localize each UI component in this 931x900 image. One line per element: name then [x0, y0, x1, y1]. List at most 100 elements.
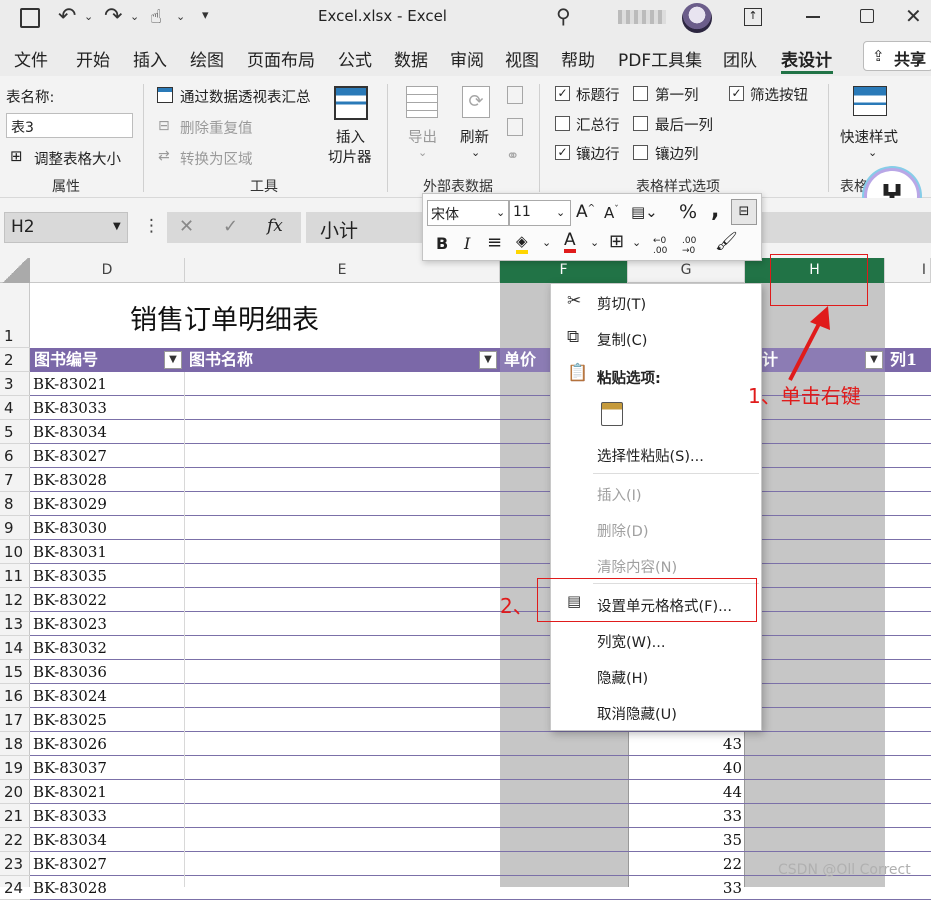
- maximize-icon[interactable]: [860, 9, 874, 23]
- quantity-cell[interactable]: 33: [630, 879, 742, 897]
- row-header[interactable]: 22: [0, 828, 30, 852]
- row-header[interactable]: 24: [0, 876, 30, 900]
- filter-dropdown-icon[interactable]: ▼: [164, 351, 182, 369]
- menu-item-column-width[interactable]: 列宽(W)...: [597, 631, 665, 652]
- paste-clipboard-icon[interactable]: [601, 402, 623, 426]
- sheet-title[interactable]: 销售订单明细表: [130, 298, 319, 337]
- cancel-icon[interactable]: ✕: [179, 216, 194, 237]
- row-header[interactable]: 20: [0, 780, 30, 804]
- redo-icon[interactable]: ↷: [104, 4, 122, 29]
- banded-rows-checkbox[interactable]: ✓: [555, 145, 570, 160]
- row-header[interactable]: 23: [0, 852, 30, 876]
- tab-review[interactable]: 审阅: [450, 46, 484, 71]
- export-button[interactable]: 导出 ⌄: [402, 84, 442, 172]
- avatar[interactable]: [682, 3, 712, 33]
- accounting-format-icon[interactable]: ▤⌄: [631, 203, 658, 221]
- row-header[interactable]: 17: [0, 708, 30, 732]
- row-header[interactable]: 7: [0, 468, 30, 492]
- minimize-icon[interactable]: [806, 16, 820, 18]
- column-header-i[interactable]: I: [885, 258, 931, 283]
- header-book-code[interactable]: 图书编号: [30, 348, 98, 372]
- book-code-cell[interactable]: BK-83031: [30, 540, 185, 564]
- decrease-decimal-button[interactable]: .00 →0: [682, 236, 706, 256]
- quantity-cell[interactable]: 35: [630, 831, 742, 849]
- filter-dropdown-icon[interactable]: ▼: [479, 351, 497, 369]
- summarize-pivot-button[interactable]: 通过数据透视表汇总: [180, 86, 311, 107]
- convert-to-range-button[interactable]: 转换为区域: [180, 148, 253, 169]
- resize-table-button[interactable]: 调整表格大小: [34, 148, 121, 169]
- book-code-cell[interactable]: BK-83030: [30, 516, 185, 540]
- row-header[interactable]: 18: [0, 732, 30, 756]
- fill-color-icon[interactable]: ◈: [516, 232, 528, 254]
- insert-function-icon[interactable]: fx: [267, 216, 283, 236]
- menu-item-unhide[interactable]: 取消隐藏(U): [597, 703, 677, 724]
- ribbon-display-icon[interactable]: ↑: [744, 8, 762, 26]
- chevron-down-icon[interactable]: ⌄: [542, 236, 551, 249]
- italic-button[interactable]: I: [464, 234, 470, 253]
- increase-decimal-button[interactable]: ←0 .00: [653, 236, 677, 256]
- row-header[interactable]: 16: [0, 684, 30, 708]
- row-header[interactable]: 21: [0, 804, 30, 828]
- row-header[interactable]: 10: [0, 540, 30, 564]
- row-header[interactable]: 9: [0, 516, 30, 540]
- increase-font-icon[interactable]: A^: [576, 202, 595, 222]
- merge-center-icon[interactable]: ⊟: [731, 199, 757, 225]
- row-header[interactable]: 19: [0, 756, 30, 780]
- row-header[interactable]: 5: [0, 420, 30, 444]
- bold-button[interactable]: B: [436, 234, 448, 253]
- book-code-cell[interactable]: BK-83032: [30, 636, 185, 660]
- tab-page-layout[interactable]: 页面布局: [247, 46, 315, 71]
- menu-item-clear-contents[interactable]: 清除内容(N): [597, 556, 677, 577]
- column-header-d[interactable]: D: [30, 258, 185, 283]
- last-column-checkbox[interactable]: [633, 116, 648, 131]
- column-header-e[interactable]: E: [185, 258, 500, 283]
- remove-duplicates-button[interactable]: 删除重复值: [180, 117, 253, 138]
- row-header[interactable]: 8: [0, 492, 30, 516]
- font-size-select[interactable]: 11 ⌄: [509, 200, 571, 226]
- book-code-cell[interactable]: BK-83033: [30, 396, 185, 420]
- book-code-cell[interactable]: BK-83034: [30, 420, 185, 444]
- book-code-cell[interactable]: BK-83021: [30, 372, 185, 396]
- book-code-cell[interactable]: BK-83029: [30, 492, 185, 516]
- open-in-browser-icon[interactable]: [507, 118, 523, 136]
- book-code-cell[interactable]: BK-83037: [30, 756, 185, 780]
- row-header[interactable]: 14: [0, 636, 30, 660]
- touch-dropdown-icon[interactable]: ⌄: [176, 10, 185, 23]
- tab-formulas[interactable]: 公式: [338, 46, 372, 71]
- borders-icon[interactable]: ⊞: [609, 231, 624, 252]
- comma-style-button[interactable]: ,: [711, 198, 719, 223]
- tab-pdf-tools[interactable]: PDF工具集: [618, 46, 702, 71]
- book-code-cell[interactable]: BK-83036: [30, 660, 185, 684]
- redo-dropdown-icon[interactable]: ⌄: [130, 10, 139, 23]
- book-code-cell[interactable]: BK-83025: [30, 708, 185, 732]
- refresh-button[interactable]: ⟳ 刷新 ⌄: [458, 84, 498, 172]
- banded-columns-checkbox[interactable]: [633, 145, 648, 160]
- properties-icon[interactable]: [507, 86, 523, 104]
- column-header-g[interactable]: G: [628, 258, 745, 283]
- save-icon[interactable]: [20, 8, 40, 28]
- name-box[interactable]: H2 ▼: [4, 212, 128, 243]
- quantity-cell[interactable]: 44: [630, 783, 742, 801]
- header-column-1[interactable]: 列1: [886, 348, 917, 372]
- menu-item-paste-special[interactable]: 选择性粘贴(S)...: [597, 445, 704, 466]
- book-code-cell[interactable]: BK-83027: [30, 852, 185, 876]
- quantity-cell[interactable]: 22: [630, 855, 742, 873]
- table-name-input[interactable]: 表3: [6, 113, 133, 138]
- unlink-icon[interactable]: ⚭: [506, 146, 519, 165]
- chevron-down-icon[interactable]: ⌄: [590, 236, 599, 249]
- row-header[interactable]: 1: [0, 283, 30, 348]
- header-row-checkbox[interactable]: ✓: [555, 86, 570, 101]
- menu-item-cut[interactable]: 剪切(T): [597, 293, 646, 314]
- first-column-checkbox[interactable]: [633, 86, 648, 101]
- share-button[interactable]: ⇪ 共享: [863, 41, 931, 71]
- format-painter-icon[interactable]: 🖌: [715, 231, 738, 252]
- menu-item-insert[interactable]: 插入(I): [597, 484, 642, 505]
- header-book-name[interactable]: 图书名称: [185, 348, 253, 372]
- filter-dropdown-icon[interactable]: ▼: [865, 351, 883, 369]
- tab-home[interactable]: 开始: [76, 46, 110, 71]
- undo-dropdown-icon[interactable]: ⌄: [84, 10, 93, 23]
- undo-icon[interactable]: ↶: [58, 4, 76, 29]
- book-code-cell[interactable]: BK-83023: [30, 612, 185, 636]
- book-code-cell[interactable]: BK-83034: [30, 828, 185, 852]
- book-code-cell[interactable]: BK-83026: [30, 732, 185, 756]
